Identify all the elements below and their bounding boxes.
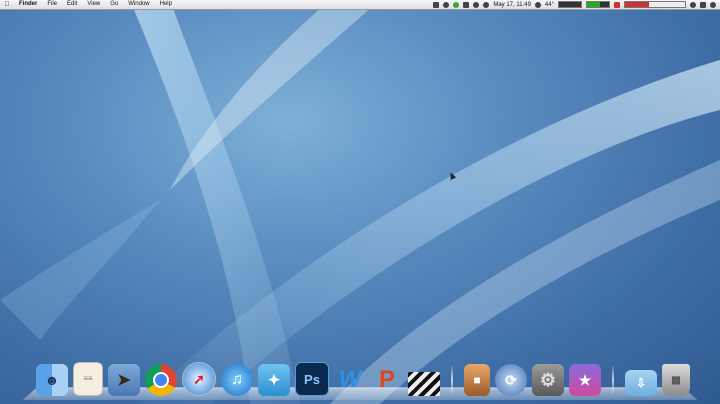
network-meter-icon[interactable] bbox=[624, 1, 686, 8]
timemachine-status-icon[interactable] bbox=[473, 1, 480, 8]
status-menus: May 17, 11:49 44° bbox=[433, 0, 716, 9]
word-label: W bbox=[338, 366, 362, 393]
menu-help[interactable]: Help bbox=[155, 0, 177, 9]
play-icon[interactable] bbox=[483, 1, 490, 8]
dock-separator-2 bbox=[610, 366, 616, 396]
keynote-icon[interactable]: ■ bbox=[464, 364, 490, 396]
photoshop-label: Ps bbox=[304, 371, 320, 387]
safari-icon[interactable]: ➚ bbox=[182, 362, 216, 396]
powerpoint-label: P bbox=[378, 366, 395, 393]
dock-separator bbox=[449, 366, 455, 396]
menu-finder[interactable]: Finder bbox=[14, 0, 42, 9]
chrome-icon[interactable] bbox=[145, 364, 177, 396]
menu-bar:  Finder File Edit View Go Window Help M… bbox=[0, 0, 720, 10]
temperature-text[interactable]: 44° bbox=[545, 2, 554, 8]
menu-go[interactable]: Go bbox=[105, 0, 123, 9]
wifi-icon[interactable] bbox=[690, 1, 696, 8]
finalcut-icon[interactable] bbox=[408, 372, 440, 396]
twitter-icon[interactable]: ✦ bbox=[258, 364, 290, 396]
menu-file[interactable]: File bbox=[42, 0, 62, 9]
photoshop-icon[interactable]: Ps bbox=[295, 362, 329, 396]
battery-status-icon[interactable] bbox=[700, 1, 706, 8]
textedit-icon[interactable]: ≡≡ bbox=[73, 362, 103, 396]
menu-edit[interactable]: Edit bbox=[62, 0, 82, 9]
sync-icon[interactable] bbox=[443, 1, 450, 8]
folder-icon[interactable]: ⇩ bbox=[625, 370, 657, 396]
weather-icon[interactable] bbox=[534, 1, 541, 8]
dropbox-icon[interactable] bbox=[463, 1, 470, 8]
itunes-icon[interactable]: ♫ bbox=[221, 364, 253, 396]
desktop-background bbox=[0, 0, 720, 404]
memory-meter-icon[interactable] bbox=[586, 1, 610, 8]
finder-icon[interactable]: ☻ bbox=[36, 364, 68, 396]
gear-icon[interactable]: ⚙ bbox=[532, 364, 564, 396]
cpu-meter-icon[interactable] bbox=[558, 1, 582, 8]
flag-icon[interactable] bbox=[614, 1, 620, 8]
evernote-icon[interactable] bbox=[453, 1, 460, 8]
mail-icon[interactable]: ➤ bbox=[108, 364, 140, 396]
imovie-icon[interactable]: ★ bbox=[569, 364, 601, 396]
dock: ☻ ≡≡ ➤ ➚ ♫ ✦ Ps W P ■ ⟳ ⚙ ★ ⇩ ▩ bbox=[36, 356, 690, 396]
apple-menu-icon[interactable]:  bbox=[0, 0, 14, 9]
word-icon[interactable]: W bbox=[334, 364, 366, 396]
trash-icon[interactable]: ▩ bbox=[662, 364, 690, 396]
powerpoint-icon[interactable]: P bbox=[371, 364, 403, 396]
menu-view[interactable]: View bbox=[82, 0, 105, 9]
menu-window[interactable]: Window bbox=[123, 0, 154, 9]
wallpaper-swooshes bbox=[0, 0, 720, 404]
battery-icon[interactable] bbox=[433, 1, 440, 8]
timemachine-icon[interactable]: ⟳ bbox=[495, 364, 527, 396]
clock-text[interactable]: May 17, 11:49 bbox=[493, 2, 531, 8]
spotlight-icon[interactable] bbox=[710, 1, 716, 8]
